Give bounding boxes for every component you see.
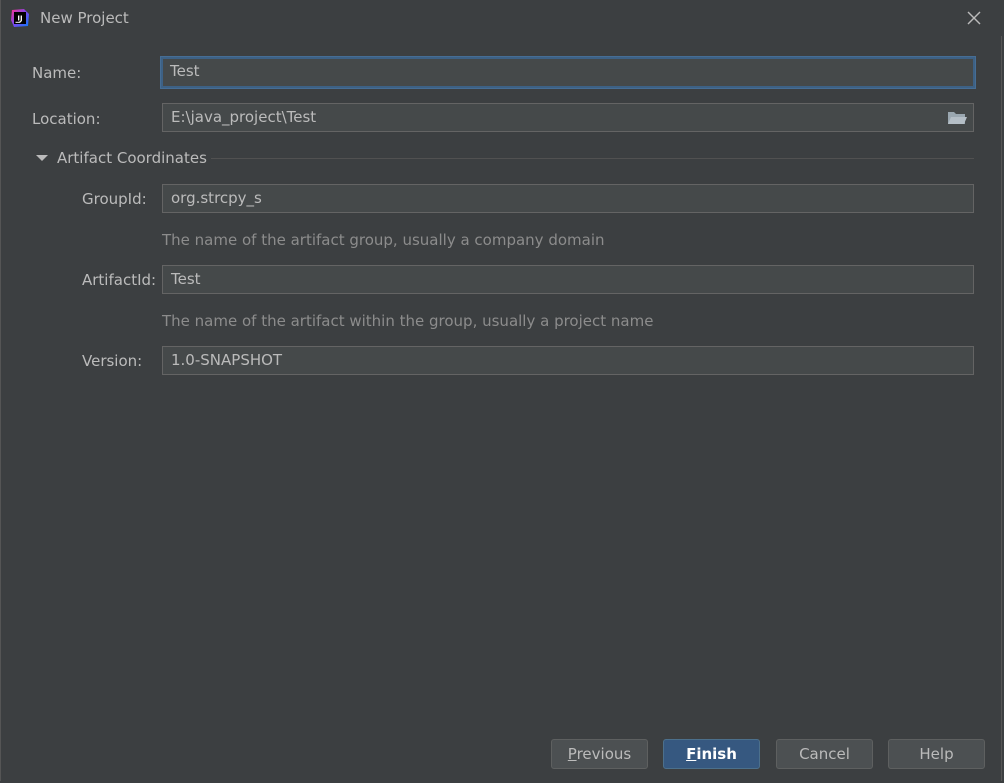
section-title: Artifact Coordinates [57,149,207,167]
triangle-down-icon [36,155,48,161]
finish-button[interactable]: Finish [663,739,760,769]
artifact-id-label: ArtifactId: [82,271,157,289]
title-bar: IJ New Project [1,0,1003,36]
cancel-button[interactable]: Cancel [776,739,873,769]
location-input[interactable]: E:\java_project\Test [162,103,974,132]
intellij-idea-icon: IJ [11,9,29,27]
finish-label: inish [696,745,737,763]
artifact-id-hint: The name of the artifact within the grou… [162,312,654,330]
artifact-coordinates-toggle[interactable]: Artifact Coordinates [35,148,207,168]
dialog-title: New Project [40,9,129,27]
version-input[interactable]: 1.0-SNAPSHOT [162,346,974,375]
location-value: E:\java_project\Test [171,108,317,126]
new-project-dialog: IJ New Project Name: Test Location: E:\j… [0,0,1003,781]
help-button[interactable]: Help [888,739,985,769]
previous-label: revious [576,745,632,763]
close-icon[interactable] [964,8,984,28]
group-id-hint: The name of the artifact group, usually … [162,231,605,249]
version-label: Version: [82,352,143,370]
artifact-id-input[interactable]: Test [162,265,974,294]
svg-text:IJ: IJ [17,15,22,23]
previous-mnemonic: P [567,745,577,763]
location-label: Location: [32,110,101,128]
group-id-input[interactable]: org.strcpy_s [162,184,974,213]
finish-mnemonic: F [686,745,697,763]
section-divider [211,158,974,159]
folder-icon[interactable] [947,110,967,126]
name-label: Name: [32,64,82,82]
name-input[interactable]: Test [161,57,975,88]
previous-button[interactable]: Previous [551,739,648,769]
group-id-label: GroupId: [82,190,147,208]
